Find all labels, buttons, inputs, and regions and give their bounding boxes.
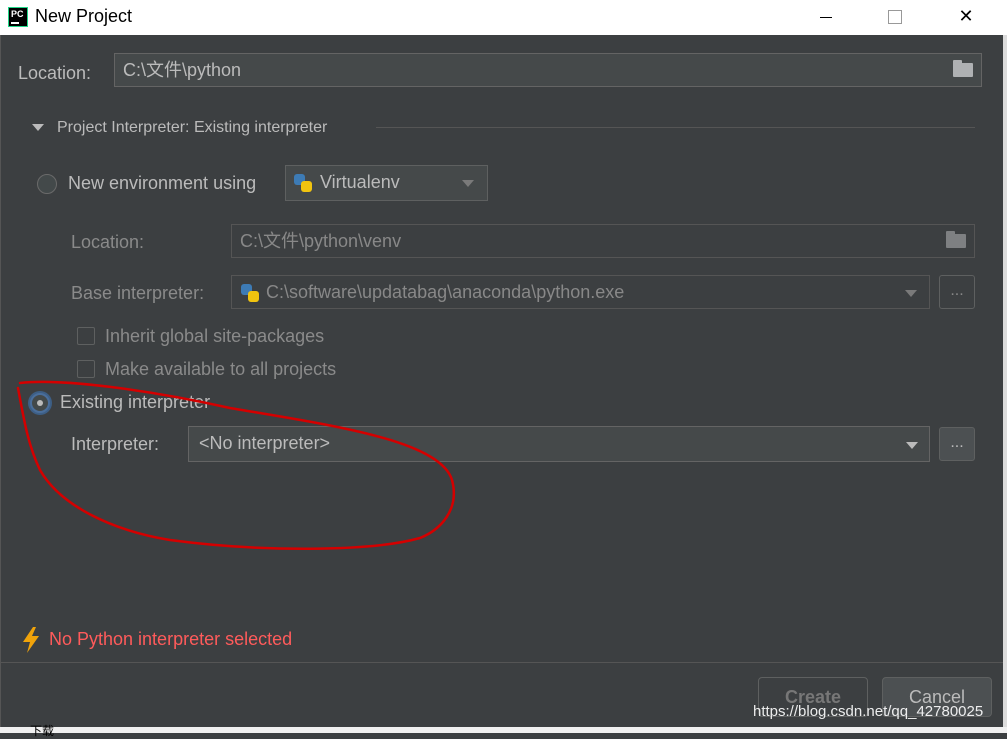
location-input[interactable]: C:\文件\python [114,53,982,87]
inherit-site-packages-label[interactable]: Inherit global site-packages [105,326,324,347]
location-label: Location: [18,63,92,83]
make-available-label[interactable]: Make available to all projects [105,359,336,380]
new-project-dialog: Location: C:\文件\python Project Interpret… [0,35,1004,727]
window-title: New Project [35,6,133,26]
inherit-site-packages-checkbox[interactable] [77,327,95,345]
base-interpreter-value: C:\software\updatabag\anaconda\python.ex… [266,282,625,302]
section-divider [376,127,975,128]
interpreter-section-title[interactable]: Project Interpreter: Existing interprete… [57,119,327,137]
title-bar: PC New Project ✕ [0,0,1007,35]
venv-location-value: C:\文件\python\venv [240,231,402,251]
chevron-down-icon [462,180,474,187]
environment-tool-value: Virtualenv [320,172,400,192]
environment-tool-select[interactable]: Virtualenv [285,165,488,201]
watermark-text: https://blog.csdn.net/qq_42780025 [753,703,984,720]
minimize-button[interactable] [803,0,849,35]
interpreter-select-value: <No interpreter> [199,433,331,453]
footer-divider [1,662,1004,663]
existing-interpreter-label[interactable]: Existing interpreter [60,392,210,413]
python-icon [294,174,312,192]
folder-icon[interactable] [953,60,973,77]
chevron-down-icon [906,442,918,449]
new-environment-label[interactable]: New environment using [68,173,256,194]
python-icon [241,284,259,302]
maximize-icon [888,10,902,25]
chevron-down-icon [905,290,917,297]
venv-location-label: Location: [71,232,145,252]
existing-interpreter-radio[interactable] [30,393,50,413]
minimize-icon [820,16,832,18]
interpreter-select[interactable]: <No interpreter> [188,426,930,462]
make-available-checkbox[interactable] [77,360,95,378]
base-interpreter-select[interactable]: C:\software\updatabag\anaconda\python.ex… [231,275,930,309]
error-message: No Python interpreter selected [49,629,293,649]
base-interpreter-label: Base interpreter: [71,283,205,303]
location-input-value: C:\文件\python [123,60,242,80]
interpreter-browse-button[interactable]: ... [939,427,975,461]
interpreter-label: Interpreter: [71,434,160,454]
new-environment-radio[interactable] [37,174,57,194]
background-window-strip [0,727,1007,733]
background-text: 下载 [30,724,55,738]
base-interpreter-browse-button[interactable]: ... [939,275,975,309]
background-window-edge [1003,35,1007,727]
collapse-triangle-icon[interactable] [32,124,44,131]
close-icon: ✕ [958,6,974,26]
pycharm-app-icon: PC [8,7,28,27]
lightning-icon [23,627,39,653]
folder-icon[interactable] [946,231,966,248]
close-button[interactable]: ✕ [943,0,989,35]
maximize-button[interactable] [872,0,918,35]
venv-location-input[interactable]: C:\文件\python\venv [231,224,975,258]
